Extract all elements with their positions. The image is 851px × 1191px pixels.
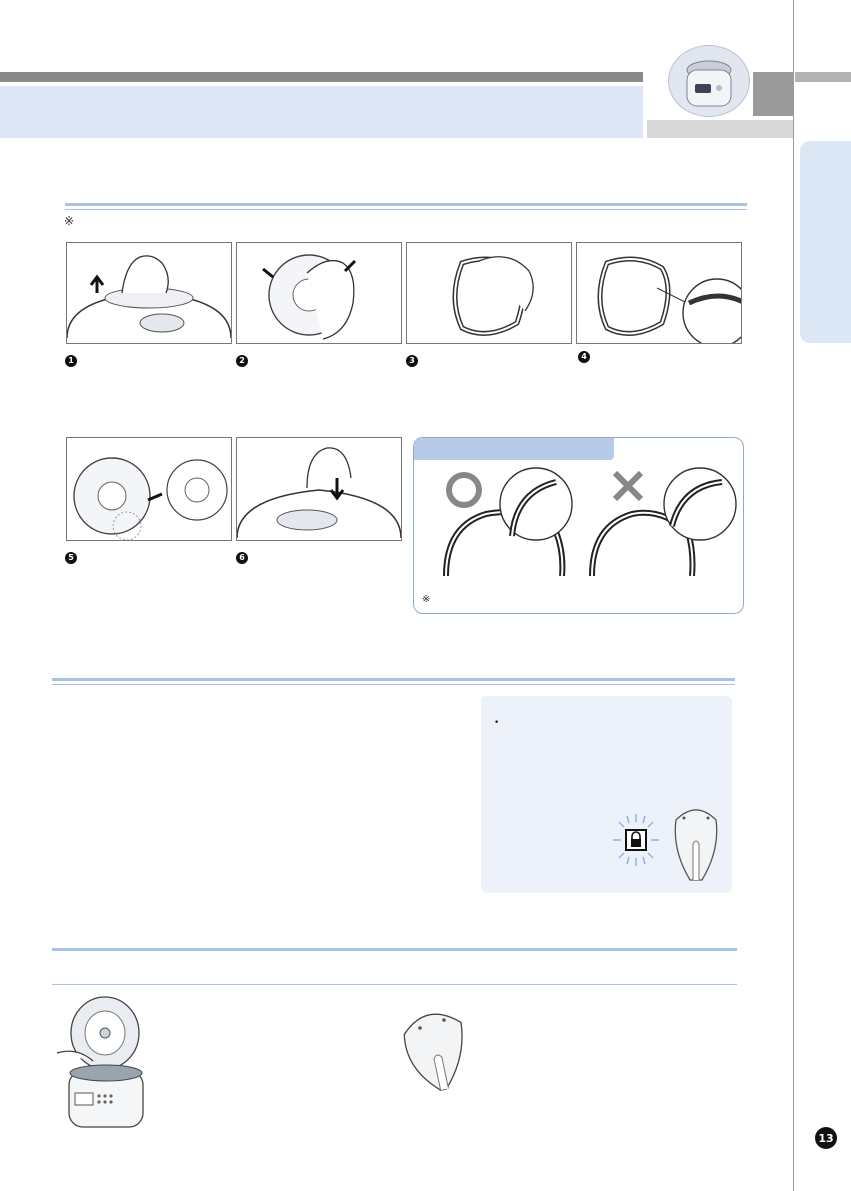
step-4-illustration <box>576 242 742 344</box>
rice-cooker-icon <box>668 45 750 117</box>
step-2-number: 2 <box>236 355 248 367</box>
header-rule <box>0 72 643 82</box>
sidebar-rule <box>793 0 794 1191</box>
header-divider <box>643 72 645 140</box>
correct-detail-circle <box>499 467 573 541</box>
section-2-rule <box>52 678 735 681</box>
header-band <box>0 86 643 138</box>
header-corner-block <box>753 72 793 116</box>
correct-installation-panel: ※ <box>413 437 744 614</box>
step-5-illustration <box>66 437 232 541</box>
info-bullet: • <box>494 718 500 728</box>
panel-header <box>414 438 614 460</box>
lock-icon <box>613 814 659 866</box>
section-3-rule-thin <box>52 984 737 985</box>
note-mark: ※ <box>64 214 75 228</box>
step-1-illustration <box>66 242 232 344</box>
step-3-illustration <box>406 242 572 344</box>
sidebar-top-bar <box>795 72 851 82</box>
section-2-rule-thin <box>52 684 735 685</box>
step-2-illustration <box>236 242 402 344</box>
steam-cap-icon <box>674 809 718 881</box>
step-5-number: 5 <box>65 552 77 564</box>
step-4-number: 4 <box>578 351 590 363</box>
info-panel: • <box>481 696 732 893</box>
section-rule <box>65 203 747 206</box>
open-rice-cooker-illustration <box>56 996 144 1128</box>
step-6-illustration <box>236 437 402 541</box>
panel-note-mark: ※ <box>422 594 431 605</box>
step-1-number: 1 <box>65 355 77 367</box>
step-6-number: 6 <box>236 552 248 564</box>
page-number: 13 <box>815 1127 837 1149</box>
step-3-number: 3 <box>406 355 418 367</box>
header-subband <box>647 120 793 138</box>
sidebar-tab[interactable] <box>800 141 851 343</box>
section-3-rule <box>52 948 737 951</box>
wrong-detail-circle <box>663 467 737 541</box>
steam-cap-illustration <box>403 1013 463 1091</box>
section-rule-thin <box>65 209 747 210</box>
